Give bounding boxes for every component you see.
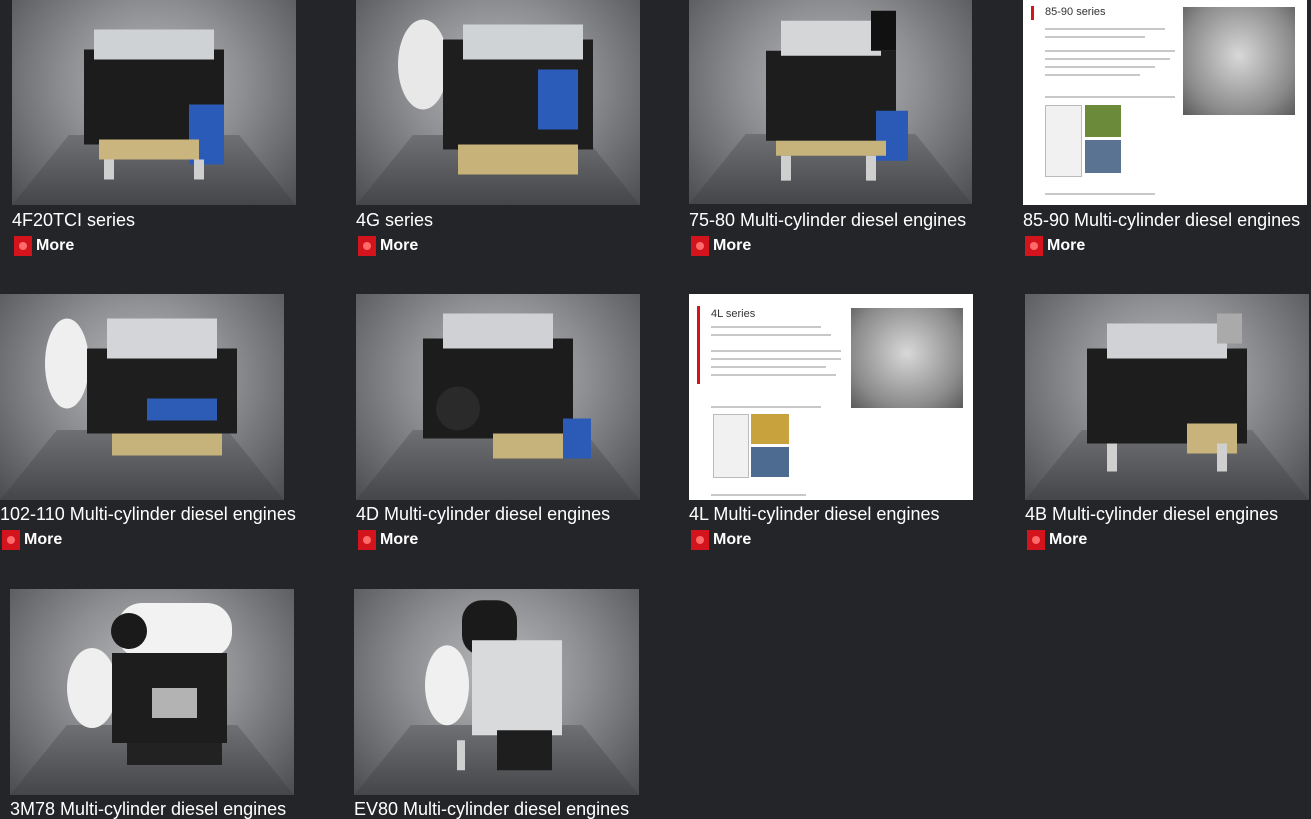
product-card: 102-110 Multi-cylinder diesel engines Mo…	[0, 294, 300, 550]
red-arrow-square-icon	[691, 236, 709, 256]
more-label: More	[380, 531, 419, 548]
red-arrow-square-icon	[1025, 236, 1043, 256]
product-grid: 4F20TCI series More 4G series More 75-80…	[0, 0, 1311, 819]
product-image-engine[interactable]	[1025, 294, 1309, 500]
more-label: More	[1047, 237, 1086, 254]
engine-illustration	[67, 603, 232, 765]
product-title[interactable]: 4L Multi-cylinder diesel engines	[689, 503, 939, 525]
more-link[interactable]: More	[1025, 236, 1085, 256]
product-card: EV80 Multi-cylinder diesel engines	[354, 589, 654, 819]
product-title[interactable]: 4F20TCI series	[12, 209, 135, 231]
spec-sheet-heading: 4L series	[711, 308, 756, 320]
more-link[interactable]: More	[1027, 530, 1087, 550]
product-image-engine[interactable]	[12, 0, 296, 205]
product-card: 4D Multi-cylinder diesel engines More	[356, 294, 656, 550]
product-title[interactable]: 4D Multi-cylinder diesel engines	[356, 503, 610, 525]
more-link[interactable]: More	[691, 236, 751, 256]
product-image-engine[interactable]	[356, 294, 640, 500]
product-title[interactable]: 3M78 Multi-cylinder diesel engines	[10, 798, 286, 819]
engine-illustration	[423, 313, 591, 459]
product-image-engine[interactable]	[689, 0, 972, 204]
engine-illustration	[45, 318, 237, 456]
red-arrow-square-icon	[358, 530, 376, 550]
more-label: More	[1049, 531, 1088, 548]
product-card: 4B Multi-cylinder diesel engines More	[1025, 294, 1311, 550]
more-link[interactable]: More	[358, 236, 418, 256]
product-spec-sheet-image[interactable]: 85-90 series	[1023, 0, 1307, 205]
product-title[interactable]: EV80 Multi-cylinder diesel engines	[354, 798, 629, 819]
more-label: More	[713, 237, 752, 254]
product-card: 4L series 4L Multi-cylinder diesel engin…	[689, 294, 989, 550]
more-link[interactable]: More	[691, 530, 751, 550]
product-card: 85-90 series 85-90 Multi-cylinder diesel…	[1023, 0, 1311, 256]
engine-illustration	[424, 600, 562, 771]
product-image-engine[interactable]	[354, 589, 639, 795]
product-title[interactable]: 4B Multi-cylinder diesel engines	[1025, 503, 1278, 525]
more-link[interactable]: More	[358, 530, 418, 550]
product-title[interactable]: 75-80 Multi-cylinder diesel engines	[689, 209, 966, 231]
red-arrow-square-icon	[2, 530, 20, 550]
product-card: 4F20TCI series More	[12, 0, 312, 256]
product-card: 75-80 Multi-cylinder diesel engines More	[689, 0, 989, 256]
more-label: More	[36, 237, 75, 254]
red-arrow-square-icon	[1027, 530, 1045, 550]
more-link[interactable]: More	[2, 530, 62, 550]
spec-sheet-heading: 85-90 series	[1045, 6, 1106, 18]
product-title[interactable]: 85-90 Multi-cylinder diesel engines	[1023, 209, 1300, 231]
product-card: 4G series More	[356, 0, 656, 256]
more-link[interactable]: More	[14, 236, 74, 256]
red-arrow-square-icon	[358, 236, 376, 256]
product-card: 3M78 Multi-cylinder diesel engines	[10, 589, 310, 819]
engine-illustration	[1087, 313, 1247, 472]
product-image-engine[interactable]	[10, 589, 294, 795]
engine-illustration	[398, 19, 593, 174]
more-label: More	[713, 531, 752, 548]
product-image-engine[interactable]	[356, 0, 640, 205]
engine-illustration	[765, 10, 908, 181]
product-title[interactable]: 102-110 Multi-cylinder diesel engines	[0, 503, 296, 525]
more-label: More	[380, 237, 419, 254]
product-spec-sheet-image[interactable]: 4L series	[689, 294, 973, 500]
product-image-engine[interactable]	[0, 294, 284, 500]
red-arrow-square-icon	[691, 530, 709, 550]
product-title[interactable]: 4G series	[356, 209, 433, 231]
engine-illustration	[84, 29, 224, 179]
red-arrow-square-icon	[14, 236, 32, 256]
more-label: More	[24, 531, 63, 548]
